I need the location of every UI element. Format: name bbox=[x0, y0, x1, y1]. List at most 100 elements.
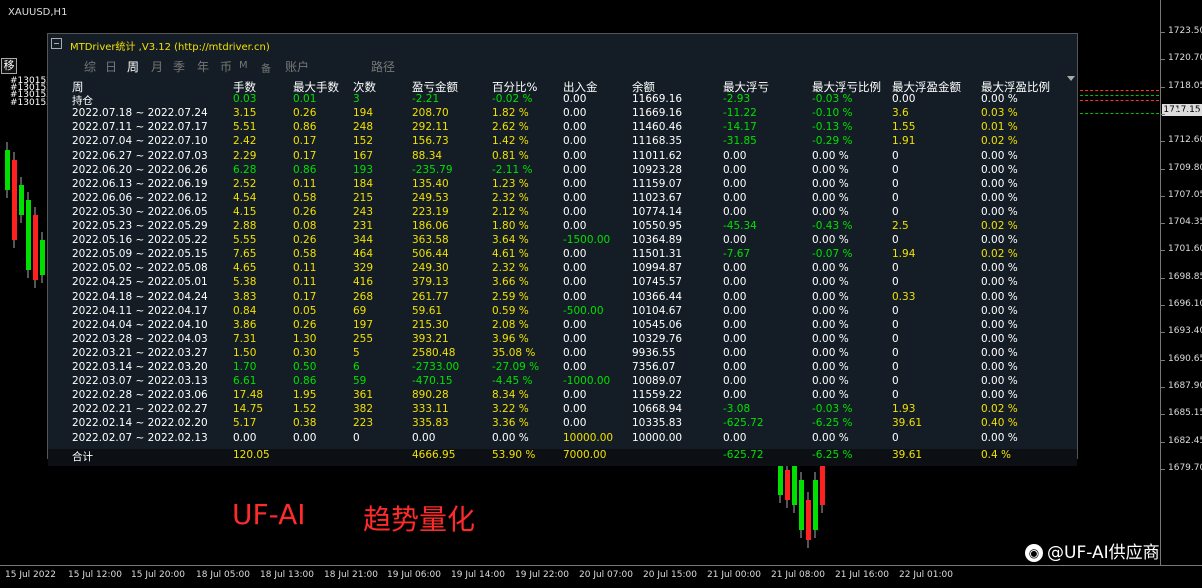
price-tick bbox=[1161, 305, 1165, 306]
time-tick-label: 20 Jul 15:00 bbox=[643, 570, 697, 580]
table-cell: 0.00 bbox=[723, 234, 747, 247]
price-tick bbox=[1161, 468, 1165, 470]
table-cell: 120.05 bbox=[233, 448, 270, 461]
price-tick bbox=[1161, 141, 1165, 143]
table-cell: 0.17 bbox=[293, 290, 317, 303]
price-tick bbox=[1161, 113, 1165, 115]
table-cell: 0.00 % bbox=[981, 177, 1018, 190]
price-tick-label: 1723.50 bbox=[1168, 26, 1202, 36]
panel-title-bar[interactable]: MTDriver统计 ,V3.12 (http://mtdriver.cn) bbox=[48, 34, 1077, 54]
table-cell: -0.03 % bbox=[812, 403, 853, 416]
table-cell: 0.59 % bbox=[492, 304, 529, 317]
price-tick bbox=[1161, 223, 1165, 225]
table-cell: 344 bbox=[353, 234, 374, 247]
table-cell: 223 bbox=[353, 417, 374, 430]
table-cell: 255 bbox=[353, 332, 374, 345]
table-cell: 合计 bbox=[72, 450, 93, 463]
table-cell: -0.02 % bbox=[492, 93, 533, 106]
table-cell: 0.50 bbox=[293, 361, 317, 373]
period-tabs: 综日周月季年币 M 备账户 路径 bbox=[48, 56, 648, 76]
table-row: 2022.05.30 ~ 2022.06.05 4.15 0.26 243 223.19… bbox=[48, 206, 1077, 220]
time-tick-label: 19 Jul 14:00 bbox=[451, 570, 505, 580]
price-tick bbox=[1161, 32, 1165, 33]
tab-2[interactable]: 周 bbox=[127, 58, 139, 75]
table-cell: 0.00 bbox=[563, 346, 587, 359]
panel-move-handle[interactable]: 移 bbox=[1, 58, 17, 74]
watermark-left: UF-AI bbox=[232, 498, 306, 531]
table-cell: 2022.06.27 ~ 2022.07.03 bbox=[72, 149, 208, 162]
table-cell: 14.75 bbox=[233, 403, 264, 416]
table-cell: 88.34 bbox=[412, 149, 443, 162]
price-tick bbox=[1161, 332, 1165, 334]
price-tick bbox=[1161, 250, 1165, 252]
table-cell: 2.12 % bbox=[492, 205, 529, 218]
tab-1[interactable]: 日 bbox=[105, 58, 117, 75]
price-tick-label: 1679.70 bbox=[1168, 462, 1202, 473]
table-cell: 0.4 % bbox=[981, 448, 1012, 461]
tab-4[interactable]: 季 bbox=[173, 58, 185, 75]
table-cell: 184 bbox=[353, 177, 374, 190]
price-tick-label: 1709.80 bbox=[1168, 162, 1202, 173]
price-axis: 1717.15 1723.50 1720.70 1718.05 1715.25 1712… bbox=[1160, 0, 1202, 565]
time-tick-label: 20 Jul 07:00 bbox=[579, 570, 633, 580]
table-cell: 0 bbox=[892, 191, 899, 204]
price-tick-label: 1720.70 bbox=[1168, 53, 1202, 64]
table-cell: 0.00 % bbox=[812, 262, 849, 275]
table-cell: 2022.04.04 ~ 2022.04.10 bbox=[72, 318, 208, 331]
table-cell: 3.96 % bbox=[492, 332, 529, 345]
table-cell: 59 bbox=[353, 375, 367, 388]
table-cell: 11159.07 bbox=[632, 177, 683, 190]
price-tick-label: 1690.65 bbox=[1168, 353, 1202, 364]
table-cell: 7356.07 bbox=[632, 361, 676, 373]
tab-8[interactable]: 备 bbox=[261, 60, 271, 75]
table-cell: 0.00 % bbox=[812, 431, 849, 444]
table-cell: 0.00 % bbox=[812, 361, 849, 373]
tab-0[interactable]: 综 bbox=[84, 58, 96, 75]
table-cell: 11559.22 bbox=[632, 389, 683, 402]
table-cell: 8.34 % bbox=[492, 389, 529, 402]
table-cell: 0.00 % bbox=[812, 389, 849, 402]
table-cell: 0.00 % bbox=[981, 332, 1018, 345]
table-cell: 215.30 bbox=[412, 318, 449, 331]
table-cell: 2022.04.11 ~ 2022.04.17 bbox=[72, 304, 208, 317]
table-cell: 0.00 bbox=[723, 431, 747, 444]
tab-10[interactable]: 路径 bbox=[371, 58, 395, 75]
table-cell: 208.70 bbox=[412, 107, 449, 120]
watermark-right: 趋势量化 bbox=[363, 503, 476, 536]
table-cell: 0.00 bbox=[563, 220, 587, 232]
table-cell: 0.00 % bbox=[981, 149, 1018, 162]
price-tick bbox=[1161, 277, 1165, 279]
time-tick-label: 21 Jul 16:00 bbox=[835, 570, 889, 580]
mtdriver-stats-panel[interactable]: 移 MTDriver统计 ,V3.12 (http://mtdriver.cn)… bbox=[1, 33, 1078, 466]
table-cell: 0.00 % bbox=[492, 431, 529, 444]
time-axis: 15 Jul 2022 15 Jul 12:00 15 Jul 20:00 18 Ju… bbox=[0, 565, 1202, 588]
table-cell: 2022.07.11 ~ 2022.07.17 bbox=[72, 121, 208, 134]
table-cell: 0.00 % bbox=[812, 149, 849, 162]
tab-6[interactable]: 币 bbox=[220, 58, 232, 75]
table-cell: -1500.00 bbox=[563, 234, 611, 247]
table-cell: 0.00 % bbox=[812, 332, 849, 345]
table-cell: 10923.28 bbox=[632, 163, 683, 176]
price-tick bbox=[1161, 386, 1165, 388]
candle bbox=[799, 480, 804, 530]
table-cell: 0.05 bbox=[293, 304, 317, 317]
table-cell: -0.13 % bbox=[812, 121, 853, 134]
table-cell: 243 bbox=[353, 205, 374, 218]
candle bbox=[33, 215, 38, 280]
tab-5[interactable]: 年 bbox=[197, 58, 209, 75]
table-cell: 2022.06.20 ~ 2022.06.26 bbox=[72, 163, 208, 176]
table-cell: 2580.48 bbox=[412, 346, 456, 359]
table-cell: 10000.00 bbox=[632, 431, 683, 444]
table-cell: 0.00 bbox=[723, 318, 747, 331]
tab-3[interactable]: 月 bbox=[151, 58, 163, 75]
table-cell: 1.42 % bbox=[492, 135, 529, 148]
time-tick-label: 18 Jul 05:00 bbox=[196, 570, 250, 580]
tab-9[interactable]: 账户 bbox=[285, 58, 309, 75]
tab-7[interactable]: M bbox=[239, 60, 248, 71]
minimize-icon[interactable] bbox=[51, 38, 62, 49]
table-cell: -4.45 % bbox=[492, 375, 533, 388]
table-cell: 10366.44 bbox=[632, 290, 683, 303]
table-cell: 506.44 bbox=[412, 248, 449, 261]
price-tick bbox=[1161, 86, 1165, 88]
table-cell: 0.03 bbox=[233, 93, 257, 106]
